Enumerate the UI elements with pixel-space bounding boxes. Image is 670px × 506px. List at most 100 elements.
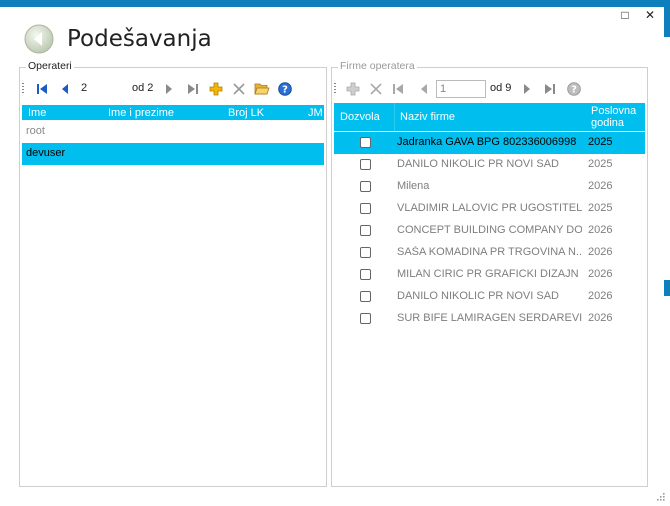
naziv-firme-cell: VLADIMIR LALOVIC PR UGOSTITELJ... <box>397 202 582 214</box>
poslovna-godina-cell: 2025 <box>588 202 613 214</box>
close-icon: ✕ <box>644 8 656 22</box>
firma-row[interactable]: VLADIMIR LALOVIC PR UGOSTITELJ... 2025 <box>334 198 645 220</box>
close-button[interactable]: ✕ <box>643 8 657 22</box>
poslovna-godina-cell: 2026 <box>588 224 613 236</box>
naziv-firme-cell: CONCEPT BUILDING COMPANY DO... <box>397 224 582 236</box>
plus-icon <box>346 82 360 96</box>
col-poslovna-godina-line2[interactable]: godina <box>591 117 624 129</box>
svg-text:?: ? <box>571 85 577 96</box>
next-record-icon <box>524 84 530 94</box>
col-broj-lk[interactable]: Broj LK <box>228 107 264 119</box>
operateri-row-selected[interactable]: devuser <box>22 143 324 165</box>
open-folder-button[interactable] <box>254 81 270 97</box>
naziv-firme-cell: Milena <box>397 180 430 192</box>
last-record-icon <box>545 84 555 94</box>
toolbar-grip-icon <box>22 83 24 95</box>
next-record-icon <box>166 84 172 94</box>
firma-row[interactable]: DANILO NIKOLIC PR NOVI SAD 2025 <box>334 154 645 176</box>
poslovna-godina-cell: 2025 <box>588 158 613 170</box>
firma-row[interactable]: DANILO NIKOLIC PR NOVI SAD 2026 <box>334 286 645 308</box>
help-icon: ? <box>567 82 581 96</box>
dozvola-checkbox[interactable] <box>360 159 371 170</box>
next-record-button[interactable] <box>161 81 177 97</box>
naziv-firme-cell: DANILO NIKOLIC PR NOVI SAD <box>397 290 559 302</box>
firma-row[interactable]: SAŠA KOMADINA PR TRGOVINA N... 2026 <box>334 242 645 264</box>
col-poslovna-godina-line1[interactable]: Poslovna <box>591 105 636 117</box>
plus-icon <box>209 82 223 96</box>
poslovna-godina-cell: 2026 <box>588 268 613 280</box>
first-record-icon <box>37 84 47 94</box>
operateri-page-current[interactable]: 2 <box>81 82 87 94</box>
help-button[interactable]: ? <box>277 81 293 97</box>
operateri-header: Ime Ime i prezime Broj LK JM <box>22 105 324 120</box>
operater-ime: devuser <box>26 147 66 159</box>
delete-x-icon <box>233 83 245 95</box>
add-firma-button[interactable] <box>345 81 361 97</box>
first-record-button[interactable] <box>390 81 406 97</box>
header-divider <box>394 103 395 131</box>
last-record-icon <box>188 84 198 94</box>
back-button[interactable] <box>24 24 54 54</box>
dozvola-checkbox[interactable] <box>360 269 371 280</box>
dozvola-checkbox[interactable] <box>360 203 371 214</box>
folder-open-icon <box>254 83 270 95</box>
naziv-firme-cell: Jadranka GAVA BPG 802336006998 <box>397 136 577 148</box>
poslovna-godina-cell: 2026 <box>588 180 613 192</box>
firme-page-total: od 9 <box>490 82 512 94</box>
resize-dots-icon <box>657 493 665 501</box>
delete-record-button[interactable] <box>231 81 247 97</box>
col-ime[interactable]: Ime <box>28 107 46 119</box>
operateri-group: Operateri 2 od 2 ? Ime Ime i prezime Bro… <box>19 60 327 487</box>
dozvola-checkbox[interactable] <box>360 247 371 258</box>
firme-group: Firme operatera od 9 ? Dozvola Naziv fir… <box>331 60 648 487</box>
previous-record-icon <box>62 84 68 94</box>
page-title: Podešavanja <box>67 26 212 52</box>
window-top-border <box>0 0 670 7</box>
maximize-button[interactable]: □ <box>618 8 632 22</box>
col-jm[interactable]: JM <box>308 107 323 119</box>
naziv-firme-cell: MILAN CIRIC PR GRAFICKI DIZAJN ... <box>397 268 582 280</box>
delete-x-icon <box>370 83 382 95</box>
firma-row[interactable]: SUR BIFE LAMIRAGEN SERDAREVI... 2026 <box>334 308 645 330</box>
poslovna-godina-cell: 2025 <box>588 136 613 148</box>
toolbar-grip-icon <box>334 83 336 95</box>
poslovna-godina-cell: 2026 <box>588 312 613 324</box>
dozvola-checkbox[interactable] <box>360 291 371 302</box>
resize-grip-icon[interactable] <box>656 492 666 502</box>
help-icon: ? <box>278 82 292 96</box>
naziv-firme-cell: DANILO NIKOLIC PR NOVI SAD <box>397 158 559 170</box>
operater-ime: root <box>26 125 45 137</box>
help-button[interactable]: ? <box>566 81 582 97</box>
first-record-button[interactable] <box>34 81 50 97</box>
previous-record-button[interactable] <box>57 81 73 97</box>
operateri-page-total: od 2 <box>132 82 154 94</box>
dozvola-checkbox[interactable] <box>360 137 371 148</box>
dozvola-checkbox[interactable] <box>360 225 371 236</box>
window-edge-strip <box>664 280 670 296</box>
next-record-button[interactable] <box>519 81 535 97</box>
firme-toolbar: od 9 ? <box>332 78 647 100</box>
last-record-button[interactable] <box>542 81 558 97</box>
operateri-row[interactable]: root <box>22 121 324 143</box>
naziv-firme-cell: SAŠA KOMADINA PR TRGOVINA N... <box>397 246 582 258</box>
operateri-toolbar: 2 od 2 ? <box>20 78 326 100</box>
previous-record-button[interactable] <box>416 81 432 97</box>
maximize-icon: □ <box>621 8 629 22</box>
firme-group-label: Firme operatera <box>338 60 417 72</box>
svg-text:?: ? <box>282 85 288 96</box>
col-naziv-firme[interactable]: Naziv firme <box>400 111 455 123</box>
add-record-button[interactable] <box>208 81 224 97</box>
firma-row[interactable]: CONCEPT BUILDING COMPANY DO... 2026 <box>334 220 645 242</box>
dozvola-checkbox[interactable] <box>360 181 371 192</box>
col-ime-prezime[interactable]: Ime i prezime <box>108 107 174 119</box>
operateri-group-label: Operateri <box>26 60 74 72</box>
firma-row[interactable]: Milena 2026 <box>334 176 645 198</box>
dozvola-checkbox[interactable] <box>360 313 371 324</box>
firma-row[interactable]: MILAN CIRIC PR GRAFICKI DIZAJN ... 2026 <box>334 264 645 286</box>
firme-page-input[interactable] <box>436 80 486 98</box>
poslovna-godina-cell: 2026 <box>588 290 613 302</box>
delete-firma-button[interactable] <box>368 81 384 97</box>
last-record-button[interactable] <box>185 81 201 97</box>
firma-row[interactable]: Jadranka GAVA BPG 802336006998 2025 <box>334 132 645 154</box>
col-dozvola[interactable]: Dozvola <box>340 111 380 123</box>
